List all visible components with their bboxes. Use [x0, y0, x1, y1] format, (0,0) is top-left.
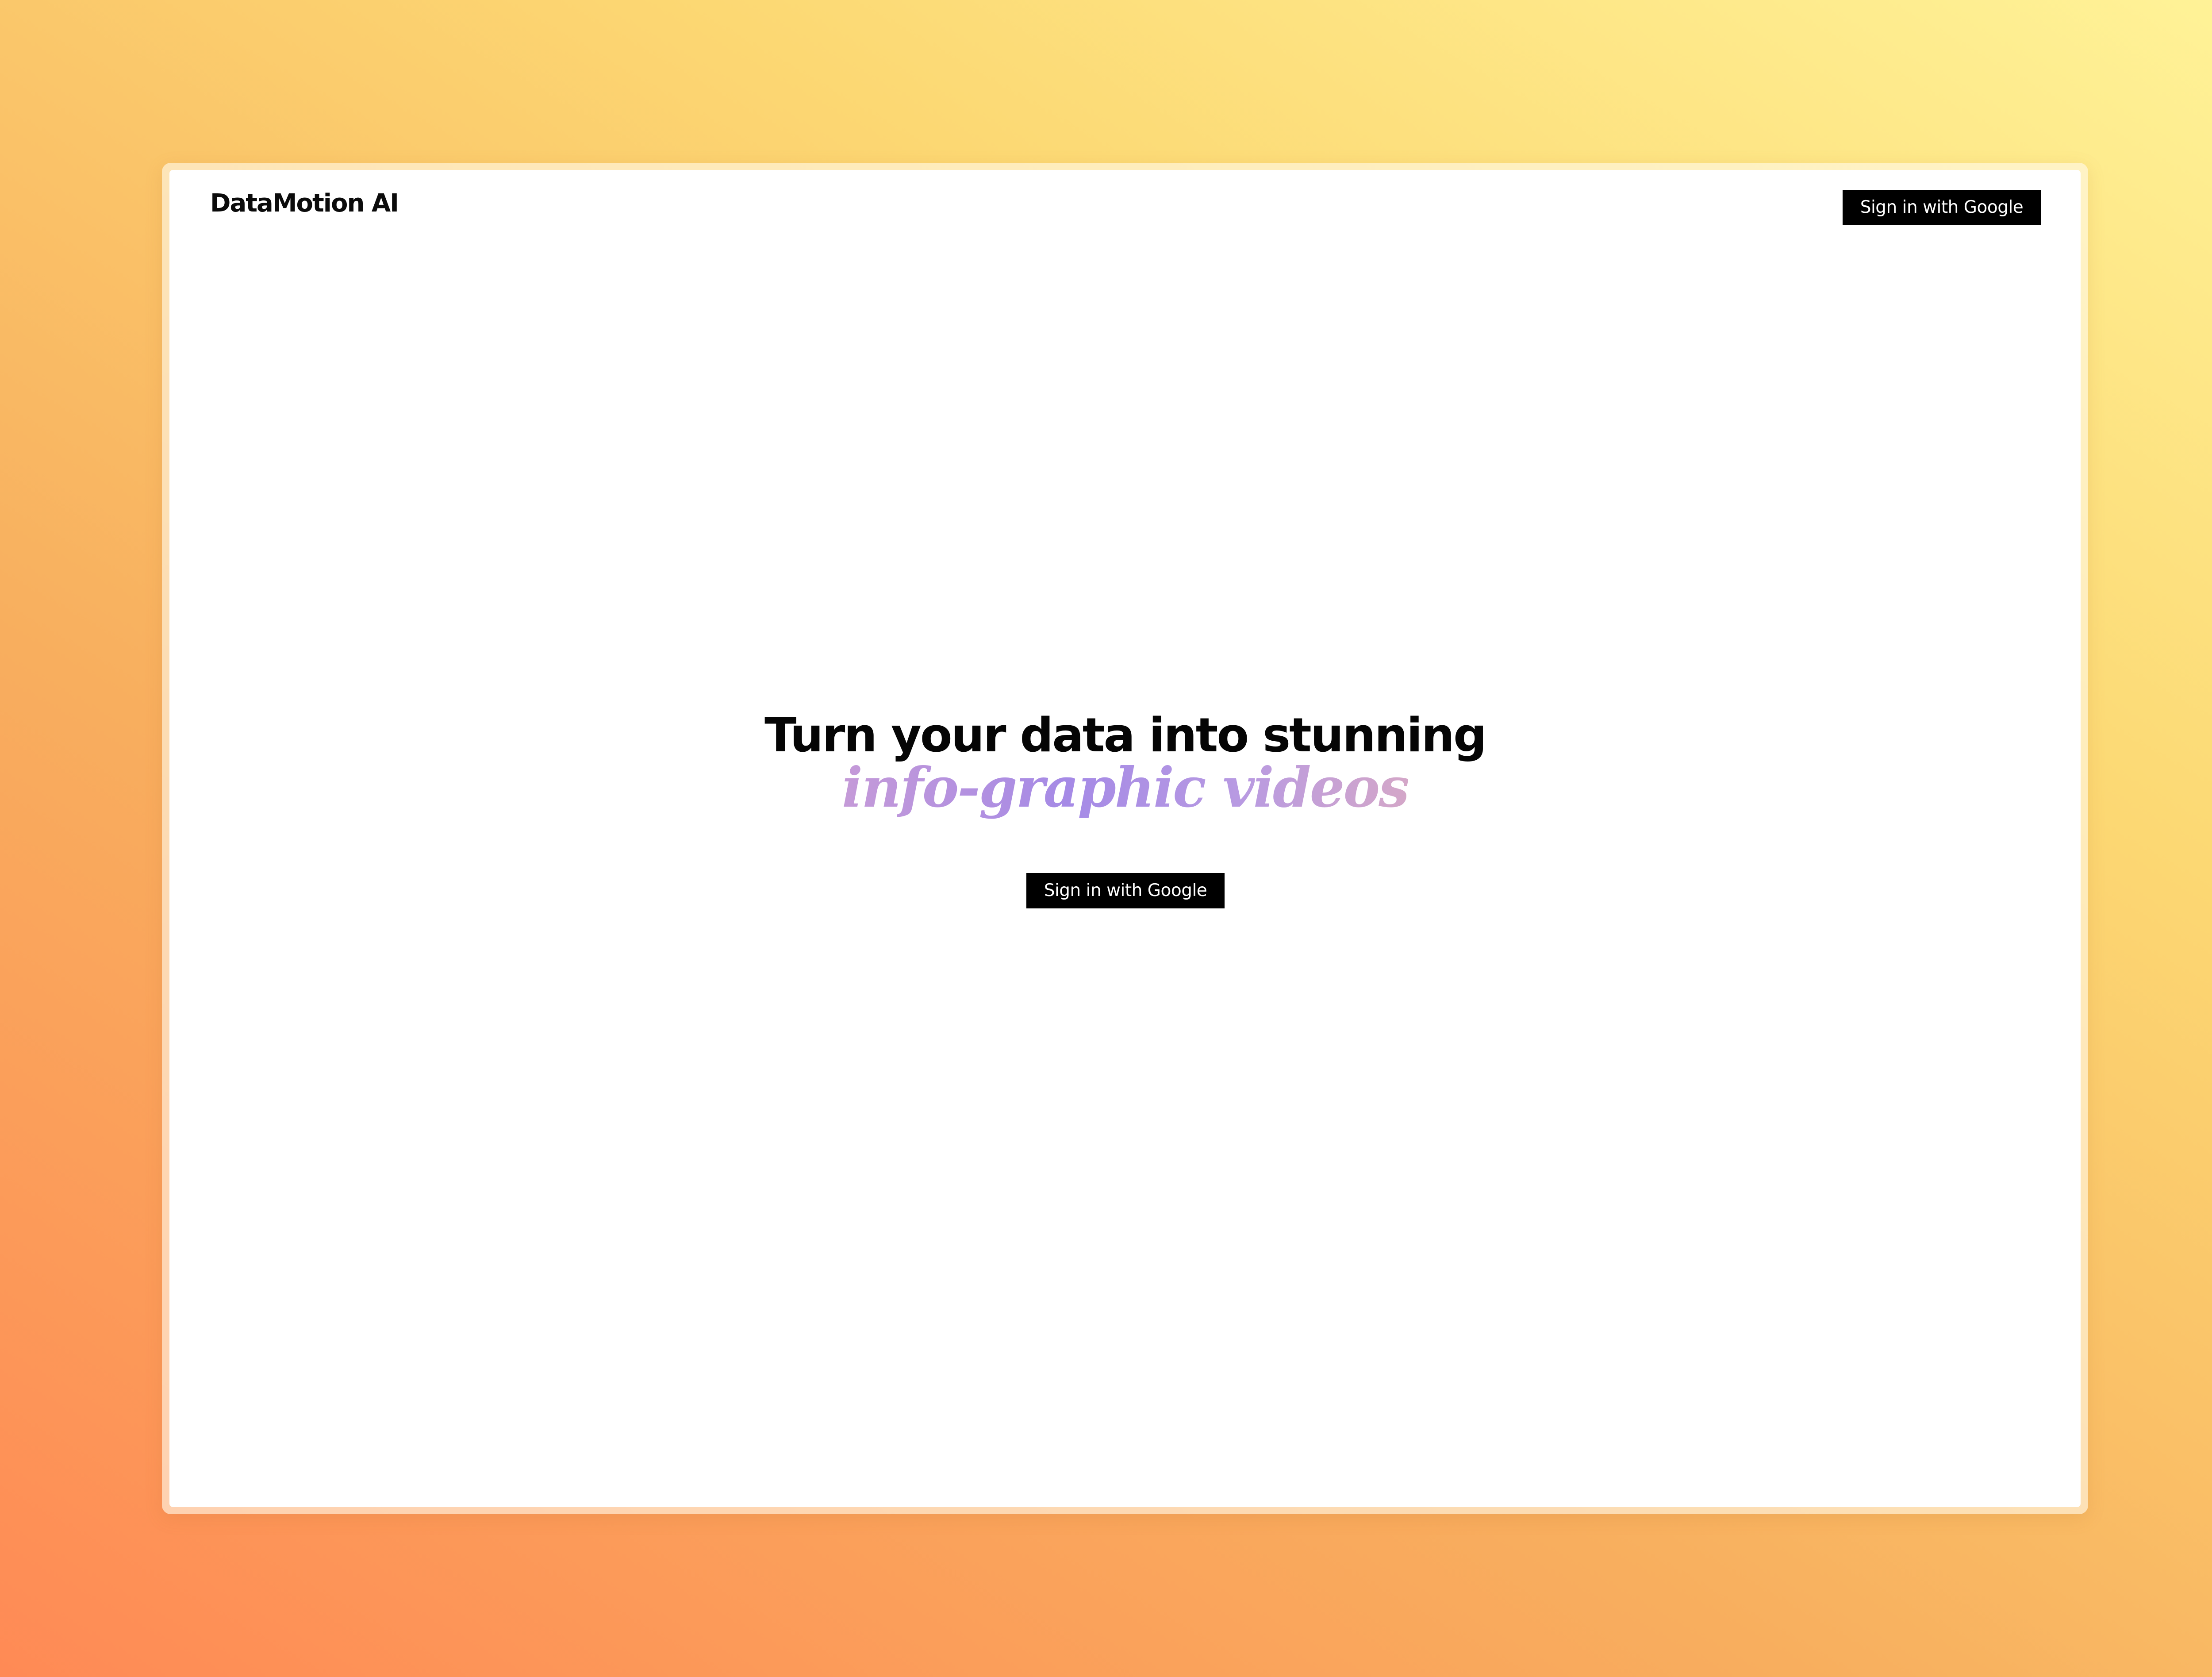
header-sign-in-google-button[interactable]: Sign in with Google	[1843, 190, 2041, 225]
brand-logo-text[interactable]: DataMotion AI	[210, 191, 399, 216]
hero-title: Turn your data into stunning	[764, 708, 1487, 762]
hero-subtitle-text: info-graphic videos	[841, 756, 1409, 820]
hero-sign-in-google-button[interactable]: Sign in with Google	[1026, 873, 1225, 908]
app-window: DataMotion AI Sign in with Google Turn y…	[169, 170, 2081, 1507]
hero-subtitle: info-graphic videos	[169, 756, 2081, 820]
